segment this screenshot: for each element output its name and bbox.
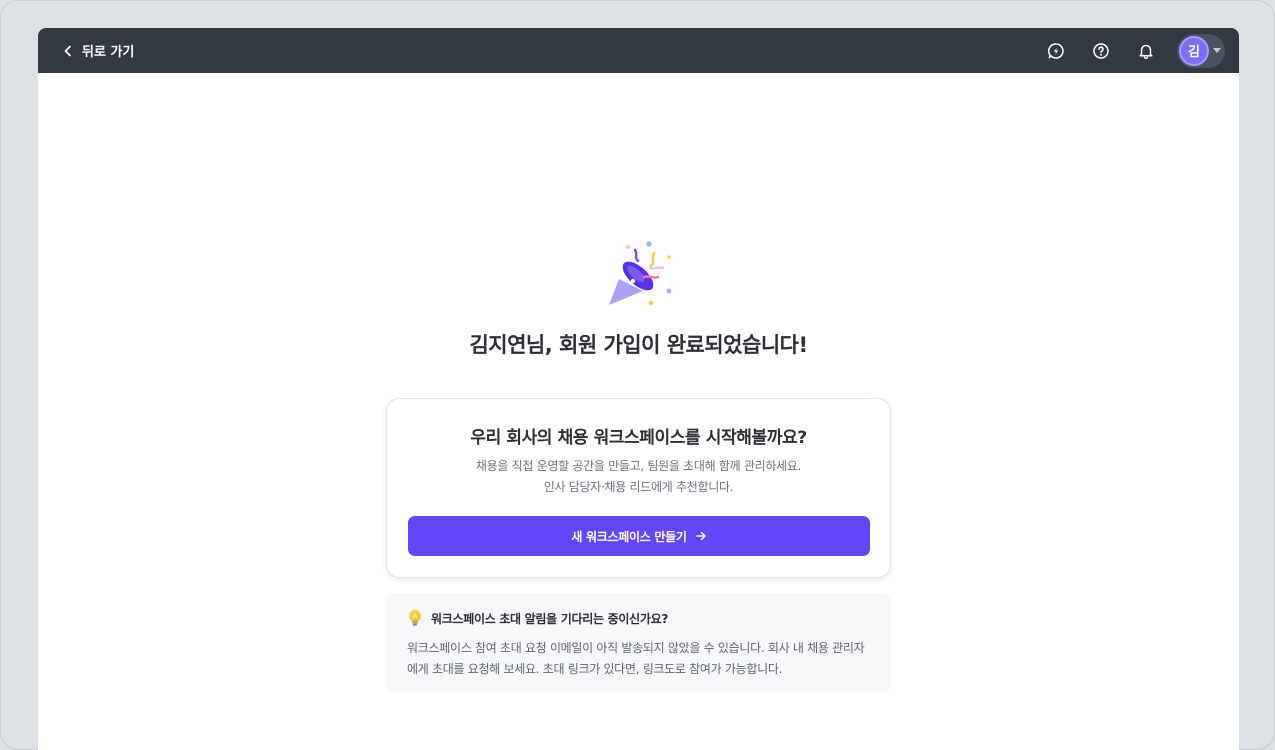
help-icon bbox=[1093, 42, 1109, 59]
avatar: 김 bbox=[1179, 35, 1209, 66]
card-description-line-2: 인사 담당자·채용 리드에게 추천합니다. bbox=[543, 480, 734, 494]
notice-header: 워크스페이스 초대 알림을 기다리는 중이신가요? bbox=[407, 609, 870, 627]
party-popper-icon bbox=[609, 241, 672, 306]
back-label: 뒤로 가기 bbox=[82, 45, 135, 60]
top-bar: 뒤로 가기 김 bbox=[38, 28, 1239, 73]
invite-notice: 워크스페이스 초대 알림을 기다리는 중이신가요? 워크스페이스 참여 초대 요… bbox=[386, 593, 891, 693]
lightbulb-icon bbox=[409, 610, 421, 626]
arrow-right-icon bbox=[695, 531, 706, 541]
top-actions: 김 bbox=[1022, 33, 1225, 68]
profile-menu[interactable]: 김 bbox=[1177, 33, 1225, 68]
create-workspace-button[interactable]: 새 워크스페이스 만들기 bbox=[408, 516, 870, 556]
app-frame: 뒤로 가기 김 김지연님, 회원 가입이 완료되었습니다! 우리 회사의 채용 … bbox=[0, 0, 1275, 750]
notice-title: 워크스페이스 초대 알림을 기다리는 중이신가요? bbox=[431, 611, 668, 626]
help-button[interactable] bbox=[1090, 40, 1112, 62]
workspace-card: 우리 회사의 채용 워크스페이스를 시작해볼까요? 채용을 직접 운영할 공간을… bbox=[386, 398, 891, 578]
chevron-left-icon bbox=[64, 45, 71, 56]
bell-icon bbox=[1139, 44, 1153, 59]
notice-body: 워크스페이스 참여 초대 요청 이메일이 아직 발송되지 않았을 수 있습니다.… bbox=[407, 641, 865, 676]
main-content: 김지연님, 회원 가입이 완료되었습니다! 우리 회사의 채용 워크스페이스를 … bbox=[38, 73, 1239, 750]
card-description: 채용을 직접 운영할 공간을 만들고, 팀원을 초대해 함께 관리하세요. 인사… bbox=[387, 456, 890, 498]
page-title: 김지연님, 회원 가입이 완료되었습니다! bbox=[469, 333, 808, 357]
caret-down-icon bbox=[1213, 48, 1221, 53]
notifications-button[interactable] bbox=[1135, 40, 1157, 62]
message-button[interactable] bbox=[1045, 40, 1067, 62]
message-icon bbox=[1048, 42, 1064, 59]
create-workspace-label: 새 워크스페이스 만들기 bbox=[571, 529, 687, 544]
back-button[interactable]: 뒤로 가기 bbox=[62, 41, 134, 60]
card-description-line-1: 채용을 직접 운영할 공간을 만들고, 팀원을 초대해 함께 관리하세요. bbox=[475, 459, 802, 473]
app-window: 뒤로 가기 김 김지연님, 회원 가입이 완료되었습니다! 우리 회사의 채용 … bbox=[38, 28, 1239, 750]
card-title: 우리 회사의 채용 워크스페이스를 시작해볼까요? bbox=[470, 428, 807, 448]
